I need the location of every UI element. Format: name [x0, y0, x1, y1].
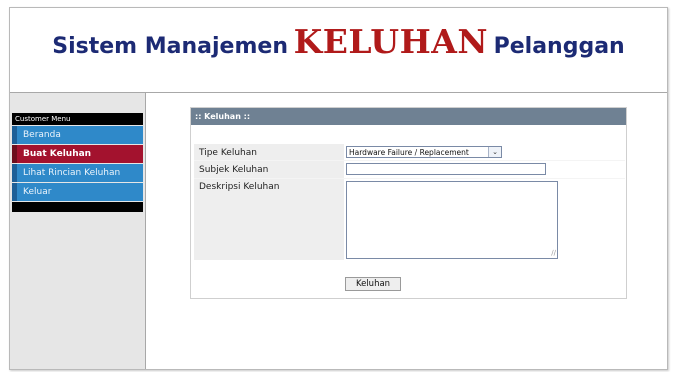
site-title: Sistem Manajemen KELUHAN Pelanggan	[10, 22, 667, 61]
title-part-1: Sistem Manajemen	[52, 34, 288, 59]
sidebar-menu-footer	[12, 202, 143, 212]
complaint-form: Tipe Keluhan Hardware Failure / Replacem…	[194, 144, 625, 260]
panel-title: :: Keluhan ::	[191, 108, 626, 125]
sidebar-item-lihat-rincian-keluhan[interactable]: Lihat Rincian Keluhan	[12, 164, 143, 182]
chevron-down-icon[interactable]: ⌄	[488, 147, 501, 157]
sidebar-menu-title: Customer Menu	[12, 113, 143, 125]
app-window: Sistem Manajemen KELUHAN Pelanggan Custo…	[9, 7, 668, 370]
deskripsi-keluhan-label: Deskripsi Keluhan	[199, 182, 280, 192]
sidebar: Customer Menu Beranda Buat Keluhan Lihat…	[10, 93, 146, 369]
form-row-divider	[194, 178, 625, 179]
sidebar-item-beranda[interactable]: Beranda	[12, 126, 143, 144]
form-label-column	[194, 144, 344, 260]
tipe-keluhan-select[interactable]: Hardware Failure / Replacement ⌄	[346, 146, 502, 158]
deskripsi-keluhan-textarea[interactable]: ∕∕	[346, 181, 558, 259]
subjek-keluhan-input[interactable]	[346, 163, 546, 175]
tipe-keluhan-selected: Hardware Failure / Replacement	[349, 148, 469, 157]
complaint-panel: :: Keluhan :: Tipe Keluhan Hardware Fail…	[190, 107, 627, 299]
resize-grip-icon[interactable]: ∕∕	[551, 250, 556, 257]
submit-keluhan-button[interactable]: Keluhan	[345, 277, 401, 291]
page-header: Sistem Manajemen KELUHAN Pelanggan	[10, 8, 667, 93]
form-row-divider	[194, 160, 625, 161]
sidebar-item-keluar[interactable]: Keluar	[12, 183, 143, 201]
title-part-2: Pelanggan	[493, 34, 625, 59]
sidebar-item-buat-keluhan[interactable]: Buat Keluhan	[12, 145, 143, 163]
subjek-keluhan-label: Subjek Keluhan	[199, 165, 269, 175]
title-emphasis: KELUHAN	[293, 22, 489, 61]
tipe-keluhan-label: Tipe Keluhan	[199, 148, 257, 158]
